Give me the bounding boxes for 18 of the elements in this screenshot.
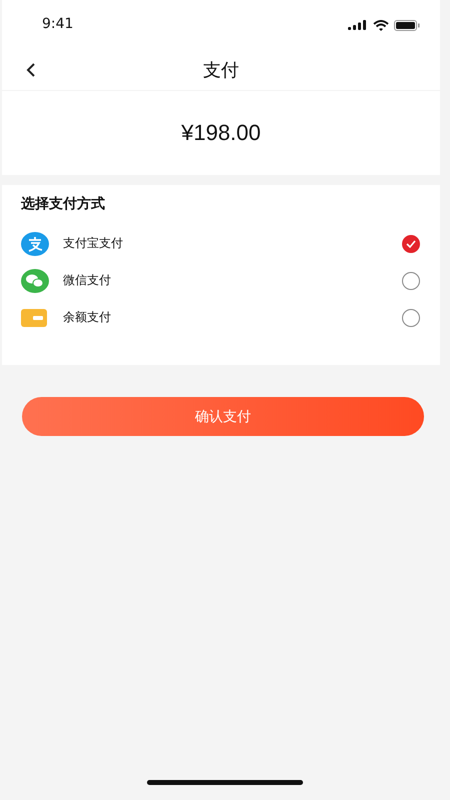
payment-logo-icon [21,232,49,256]
section-title: 选择支付方式 [21,195,106,213]
payment-amount: ¥198.00 [181,120,261,146]
payment-method-label[interactable]: 支付宝支付 [63,235,402,252]
back-icon[interactable] [26,63,36,77]
status-time: 9:41 [42,16,74,34]
payment-method-label[interactable]: 微信支付 [63,272,402,289]
wallet-icon [21,308,47,326]
chat-bubbles-icon [21,268,49,292]
page-title: 支付 [203,59,239,82]
signal-icon [348,20,368,30]
radio-button[interactable] [402,234,420,252]
battery-icon [394,20,420,30]
check-icon [405,238,417,248]
radio-button[interactable] [402,272,420,290]
payment-method-label[interactable]: 余额支付 [63,309,402,326]
radio-button[interactable] [402,308,420,326]
wifi-icon [373,20,389,30]
